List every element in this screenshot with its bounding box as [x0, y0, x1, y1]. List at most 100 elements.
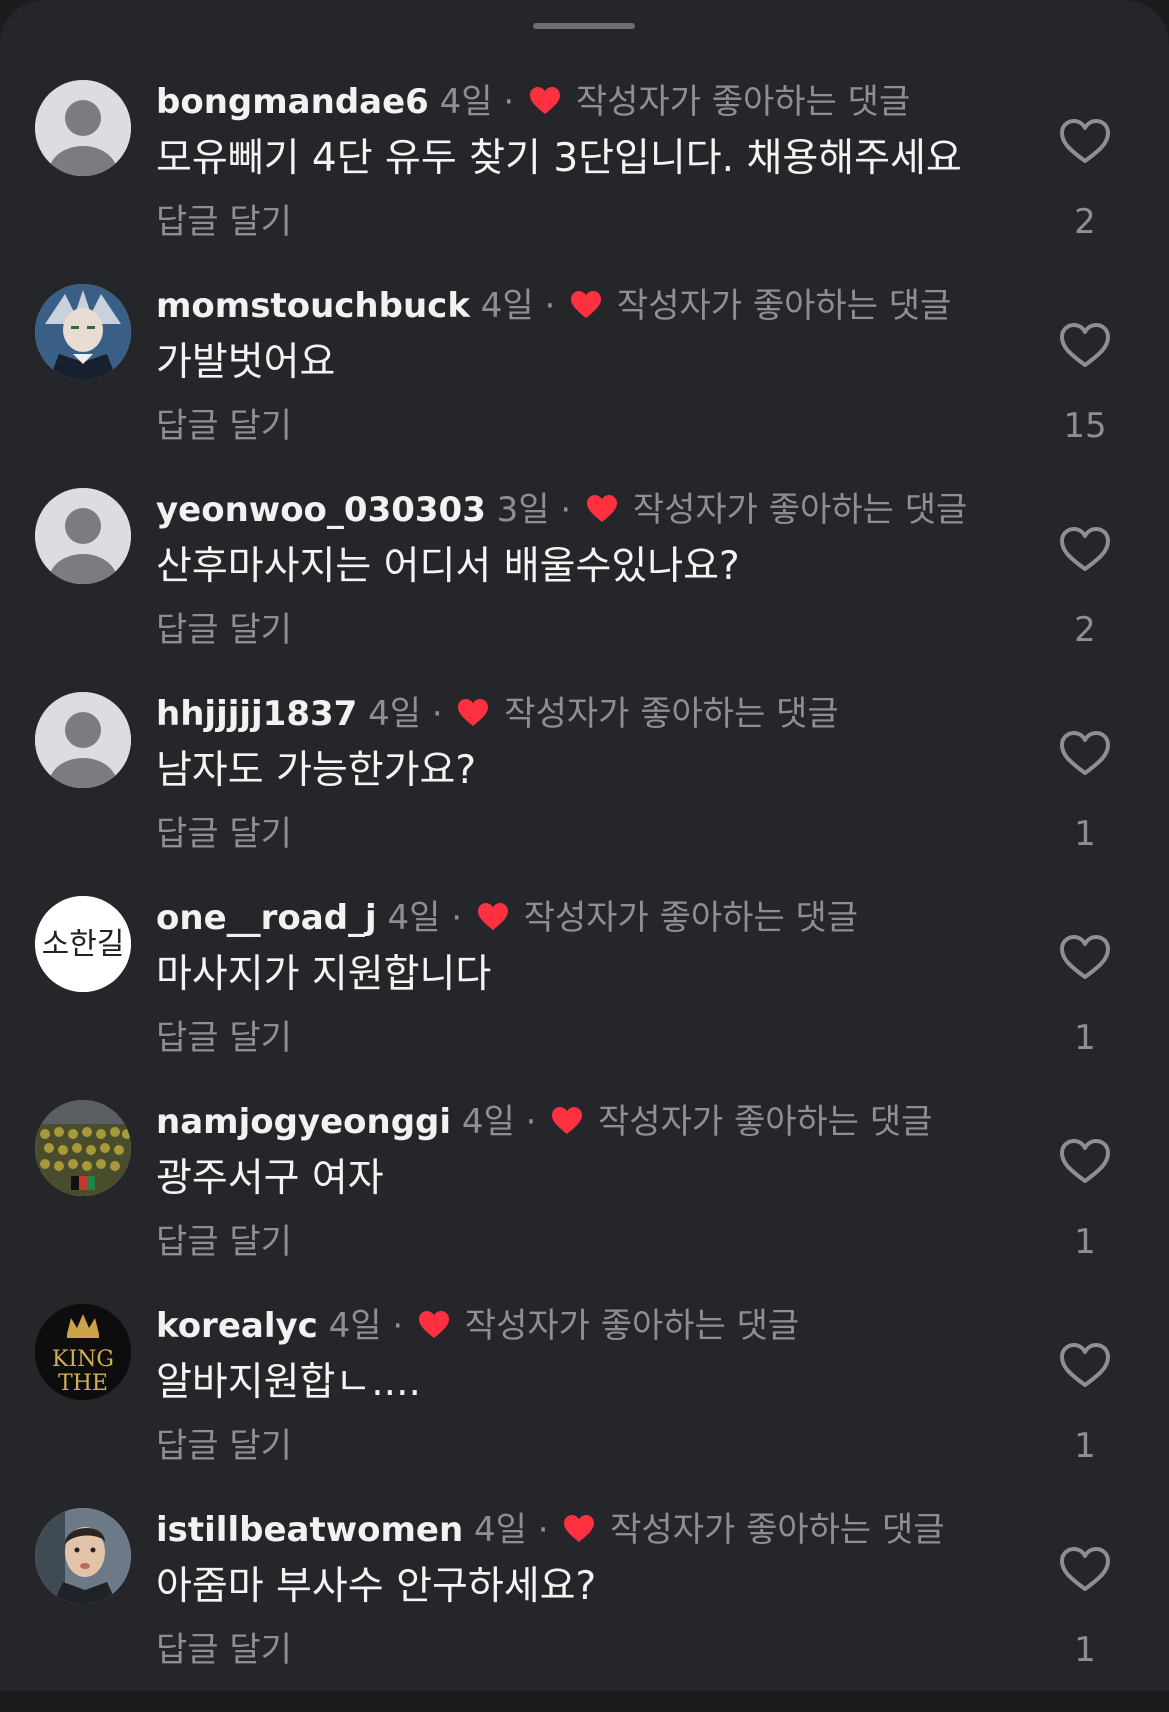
comment-item: 소한길 one__road_j 4일 · 작성자가 좋아하는 댓글 마사지가 지…	[0, 896, 1169, 1100]
default-avatar-icon	[35, 692, 131, 788]
comment-age: 4일	[328, 1306, 382, 1346]
username[interactable]: istillbeatwomen	[156, 1510, 463, 1550]
comment-meta: hhjjjjj1837 4일 · 작성자가 좋아하는 댓글	[156, 692, 839, 736]
like-heart-icon[interactable]	[1058, 1542, 1112, 1596]
comment-item: namjogyeonggi 4일 · 작성자가 좋아하는 댓글 광주서구 여자 …	[0, 1100, 1169, 1304]
comment-item: KING THE korealyc 4일 · 작성자가 좋아하는 댓글 알바지원…	[0, 1304, 1169, 1508]
like-count: 15	[1063, 406, 1107, 446]
username[interactable]: namjogyeonggi	[156, 1102, 451, 1142]
comment-text: 산후마사지는 어디서 배울수있나요?	[156, 544, 740, 589]
anime-character-avatar-icon	[35, 284, 131, 380]
username[interactable]: bongmandae6	[156, 82, 429, 122]
person-photo-avatar-icon	[35, 1508, 131, 1604]
comment-item: istillbeatwomen 4일 · 작성자가 좋아하는 댓글 아줌마 부사…	[0, 1508, 1169, 1712]
comment-text: 마사지가 지원합니다	[156, 952, 492, 997]
comment-age: 4일	[387, 898, 441, 938]
avatar[interactable]	[35, 488, 131, 584]
king-logo-avatar-icon: KING THE	[35, 1304, 131, 1400]
like-count: 1	[1074, 1426, 1096, 1466]
author-liked-heart-icon	[564, 1514, 595, 1542]
reply-button[interactable]: 답글 달기	[156, 200, 292, 244]
comment-age: 4일	[368, 694, 422, 734]
like-heart-icon[interactable]	[1058, 1338, 1112, 1392]
liked-by-author-label: 작성자가 좋아하는 댓글	[616, 286, 952, 326]
comment-age: 4일	[461, 1102, 515, 1142]
handwriting-avatar-icon: 소한길	[35, 896, 131, 992]
liked-by-author-label: 작성자가 좋아하는 댓글	[575, 82, 911, 122]
username[interactable]: momstouchbuck	[156, 286, 470, 326]
comment-text: 모유빼기 4단 유두 찾기 3단입니다. 채용해주세요	[156, 136, 962, 181]
username[interactable]: one__road_j	[156, 898, 377, 938]
comments-sheet: bongmandae6 4일 · 작성자가 좋아하는 댓글 모유빼기 4단 유두…	[0, 0, 1169, 1691]
author-liked-heart-icon	[571, 290, 602, 318]
like-count: 1	[1074, 1630, 1096, 1670]
default-avatar-icon	[35, 488, 131, 584]
comment-meta: momstouchbuck 4일 · 작성자가 좋아하는 댓글	[156, 284, 951, 328]
author-liked-heart-icon	[418, 1310, 449, 1338]
reply-button[interactable]: 답글 달기	[156, 1424, 292, 1468]
reply-button[interactable]: 답글 달기	[156, 812, 292, 856]
username[interactable]: hhjjjjj1837	[156, 694, 357, 734]
separator-dot: ·	[503, 82, 515, 122]
comment-item: hhjjjjj1837 4일 · 작성자가 좋아하는 댓글 남자도 가능한가요?…	[0, 692, 1169, 896]
sheet-drag-handle[interactable]	[533, 23, 635, 29]
username[interactable]: korealyc	[156, 1306, 318, 1346]
avatar[interactable]	[35, 1100, 131, 1196]
comment-item: yeonwoo_030303 3일 · 작성자가 좋아하는 댓글 산후마사지는 …	[0, 488, 1169, 692]
like-heart-icon[interactable]	[1058, 1134, 1112, 1188]
separator-dot: ·	[544, 286, 556, 326]
avatar-logo-text-line1: KING	[52, 1347, 114, 1372]
like-heart-icon[interactable]	[1058, 726, 1112, 780]
avatar[interactable]: KING THE	[35, 1304, 131, 1400]
comment-age: 3일	[496, 490, 550, 530]
like-count: 1	[1074, 1018, 1096, 1058]
author-liked-heart-icon	[552, 1106, 583, 1134]
liked-by-author-label: 작성자가 좋아하는 댓글	[464, 1306, 800, 1346]
avatar[interactable]: 소한길	[35, 896, 131, 992]
avatar[interactable]	[35, 80, 131, 176]
liked-by-author-label: 작성자가 좋아하는 댓글	[523, 898, 859, 938]
author-liked-heart-icon	[477, 902, 508, 930]
comment-text: 광주서구 여자	[156, 1156, 384, 1201]
like-count: 1	[1074, 1222, 1096, 1262]
like-count: 2	[1074, 202, 1096, 242]
comment-meta: namjogyeonggi 4일 · 작성자가 좋아하는 댓글	[156, 1100, 932, 1144]
separator-dot: ·	[560, 490, 572, 530]
avatar[interactable]	[35, 1508, 131, 1604]
comment-age: 4일	[473, 1510, 527, 1550]
like-heart-icon[interactable]	[1058, 318, 1112, 372]
comment-meta: korealyc 4일 · 작성자가 좋아하는 댓글	[156, 1304, 799, 1348]
separator-dot: ·	[537, 1510, 549, 1550]
comment-text: 아줌마 부사수 안구하세요?	[156, 1564, 597, 1609]
author-liked-heart-icon	[530, 86, 560, 114]
separator-dot: ·	[392, 1306, 404, 1346]
reply-button[interactable]: 답글 달기	[156, 1628, 292, 1672]
avatar-logo-text-line2: THE	[58, 1371, 108, 1396]
username[interactable]: yeonwoo_030303	[156, 490, 486, 530]
comment-text: 가발벗어요	[156, 340, 336, 385]
comment-meta: one__road_j 4일 · 작성자가 좋아하는 댓글	[156, 896, 858, 940]
separator-dot: ·	[431, 694, 443, 734]
reply-button[interactable]: 답글 달기	[156, 1220, 292, 1264]
default-avatar-icon	[35, 80, 131, 176]
reply-button[interactable]: 답글 달기	[156, 608, 292, 652]
avatar[interactable]	[35, 284, 131, 380]
comment-age: 4일	[480, 286, 534, 326]
author-liked-heart-icon	[458, 698, 489, 726]
comment-text: 남자도 가능한가요?	[156, 748, 477, 793]
crowd-photo-avatar-icon	[35, 1100, 131, 1196]
liked-by-author-label: 작성자가 좋아하는 댓글	[610, 1510, 945, 1550]
like-heart-icon[interactable]	[1058, 522, 1112, 576]
reply-button[interactable]: 답글 달기	[156, 1016, 292, 1060]
comment-meta: yeonwoo_030303 3일 · 작성자가 좋아하는 댓글	[156, 488, 967, 532]
like-heart-icon[interactable]	[1058, 114, 1112, 168]
separator-dot: ·	[525, 1102, 537, 1142]
like-count: 2	[1074, 610, 1096, 650]
avatar[interactable]	[35, 692, 131, 788]
comment-meta: istillbeatwomen 4일 · 작성자가 좋아하는 댓글	[156, 1508, 945, 1552]
liked-by-author-label: 작성자가 좋아하는 댓글	[504, 694, 839, 734]
comment-age: 4일	[439, 82, 493, 122]
reply-button[interactable]: 답글 달기	[156, 404, 292, 448]
like-heart-icon[interactable]	[1058, 930, 1112, 984]
liked-by-author-label: 작성자가 좋아하는 댓글	[632, 490, 968, 530]
